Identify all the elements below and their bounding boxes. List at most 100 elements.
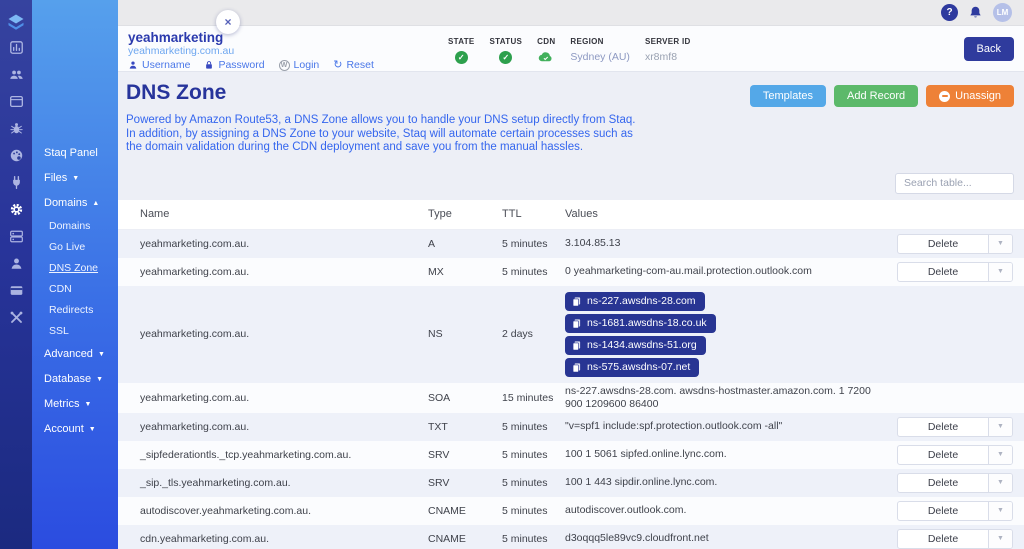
record-name: _sipfederationtls._tcp.yeahmarketing.com… [140, 448, 352, 461]
column-header-values: Values [565, 208, 598, 220]
sidebar-item-label: Advanced [44, 347, 93, 360]
sidebar-item-staq-panel[interactable]: Staq Panel [32, 140, 118, 165]
delete-dropdown-toggle[interactable]: ▼ [988, 501, 1012, 520]
sidebar-item-domains[interactable]: Domains [32, 215, 118, 236]
sidebar-item-go-live[interactable]: Go Live [32, 236, 118, 257]
delete-button[interactable]: Delete ▼ [897, 233, 1013, 254]
sidebar-item-label: Domains [44, 196, 88, 209]
dns-records-table: Name Type TTL Values yeahmarketing.com.au. A… [118, 199, 1024, 549]
sidebar-item-files[interactable]: Files ▼ [32, 165, 118, 190]
record-type: CNAME [428, 504, 466, 517]
copy-value-chip[interactable]: ns-575.awsdns-07.net [565, 357, 700, 377]
sidebar-item-domains[interactable]: Domains ▲ [32, 190, 118, 215]
delete-dropdown-toggle[interactable]: ▼ [988, 529, 1012, 548]
delete-dropdown-toggle[interactable]: ▼ [988, 262, 1012, 281]
billing-icon[interactable] [9, 283, 24, 298]
record-ttl: 5 minutes [502, 448, 548, 461]
sidebar-item-label: Staq Panel [44, 146, 98, 159]
appearance-icon[interactable] [9, 148, 24, 163]
site-link-login[interactable]: W Login [278, 59, 319, 71]
bug-icon[interactable] [9, 121, 24, 136]
record-actions: Delete ▼ [892, 528, 1024, 549]
help-icon[interactable]: ? [941, 4, 958, 21]
sidebar-item-label: Account [44, 422, 84, 435]
delete-dropdown-toggle[interactable]: ▼ [988, 473, 1012, 492]
site-link-username[interactable]: Username [128, 59, 190, 71]
delete-dropdown-toggle[interactable]: ▼ [988, 417, 1012, 436]
main-column: ? LM × yeahmarketing yeahmarketing.com.a… [118, 0, 1024, 549]
description-line: In addition, by assigning a DNS Zone to … [126, 127, 633, 140]
sidebar-item-database[interactable]: Database ▼ [32, 366, 118, 391]
topbar: ? LM [118, 0, 1024, 26]
site-link-reset[interactable]: ↻ Reset [333, 59, 374, 71]
sidebar-item-cdn[interactable]: CDN [32, 278, 118, 299]
delete-dropdown-toggle[interactable]: ▼ [988, 234, 1012, 253]
record-actions: Delete ▼ [892, 233, 1024, 254]
copy-icon [571, 340, 582, 351]
stat-status: STATUS ✓ [490, 37, 523, 64]
add-record-button[interactable]: Add Record [834, 85, 919, 107]
table-row: yeahmarketing.com.au. MX 5 minutes 0 yeahma… [118, 257, 1024, 286]
notifications-bell-icon[interactable] [968, 5, 983, 20]
delete-button[interactable]: Delete ▼ [897, 472, 1013, 493]
add-record-label: Add Record [847, 90, 906, 102]
delete-label: Delete [927, 448, 959, 461]
table-header-row: Name Type TTL Values [118, 199, 1024, 230]
ns-chip-list: ns-227.awsdns-28.com ns-1681.awsdns-18.co… [565, 288, 884, 381]
unassign-button[interactable]: Unassign [926, 85, 1014, 107]
sidebar-item-label: DNS Zone [49, 261, 99, 274]
close-button[interactable]: × [216, 10, 240, 34]
reset-icon: ↻ [333, 58, 343, 71]
team-icon[interactable] [9, 67, 24, 82]
dns-zone-page: DNS Zone Powered by Amazon Route53, a DN… [118, 72, 1024, 549]
record-type: TXT [428, 420, 448, 433]
sidebar-item-redirects[interactable]: Redirects [32, 299, 118, 320]
copy-value-chip[interactable]: ns-1434.awsdns-51.org [565, 335, 706, 355]
delete-button[interactable]: Delete ▼ [897, 500, 1013, 521]
search-input[interactable] [895, 172, 1014, 194]
analytics-icon[interactable] [9, 40, 24, 55]
browser-icon[interactable] [9, 94, 24, 109]
delete-dropdown-toggle[interactable]: ▼ [988, 445, 1012, 464]
column-header-name: Name [140, 208, 170, 220]
delete-button[interactable]: Delete ▼ [897, 444, 1013, 465]
table-toolbar [118, 172, 1014, 194]
sidebar-item-ssl[interactable]: SSL [32, 320, 118, 341]
delete-label: Delete [927, 265, 959, 278]
copy-value-chip[interactable]: ns-227.awsdns-28.com [565, 291, 705, 311]
description-line: Powered by Amazon Route53, a DNS Zone al… [126, 114, 636, 126]
hosting-icon[interactable] [9, 229, 24, 244]
sidebar-item-label: Go Live [49, 240, 86, 253]
tools-icon[interactable] [9, 310, 24, 325]
delete-button[interactable]: Delete ▼ [897, 261, 1013, 282]
chevron-down-icon: ▼ [96, 375, 104, 383]
back-button[interactable]: Back [963, 37, 1014, 61]
site-link-password[interactable]: Password [204, 59, 265, 71]
templates-label: Templates [762, 90, 814, 102]
delete-label: Delete [927, 504, 959, 517]
record-type: CNAME [428, 532, 466, 545]
sidebar-item-metrics[interactable]: Metrics ▼ [32, 391, 118, 416]
plugins-icon[interactable] [9, 175, 24, 190]
table-body: yeahmarketing.com.au. A 5 minutes 3.104.85.… [118, 229, 1024, 549]
copy-value-chip[interactable]: ns-1681.awsdns-18.co.uk [565, 313, 716, 333]
delete-button[interactable]: Delete ▼ [897, 528, 1013, 549]
delete-button[interactable]: Delete ▼ [897, 416, 1013, 437]
profile-icon[interactable] [9, 256, 24, 271]
record-ttl: 2 days [502, 328, 533, 340]
templates-button[interactable]: Templates [749, 85, 827, 107]
icon-rail-items [9, 40, 24, 337]
sidebar-item-advanced[interactable]: Advanced ▼ [32, 341, 118, 366]
record-values: 0 yeahmarketing-com-au.mail.protection.o… [565, 265, 812, 277]
sidebar-item-dns-zone[interactable]: DNS Zone [32, 257, 118, 278]
table-row: autodiscover.yeahmarketing.com.au. CNAME 5… [118, 496, 1024, 525]
record-values: 100 1 5061 sipfed.online.lync.com. [565, 448, 727, 460]
user-avatar[interactable]: LM [993, 3, 1012, 22]
cdn-cloud-icon [538, 51, 554, 62]
chip-label: ns-575.awsdns-07.net [587, 360, 691, 373]
settings-icon[interactable] [9, 202, 24, 217]
staq-logo-icon[interactable] [6, 12, 26, 32]
record-actions: Delete ▼ [892, 444, 1024, 465]
record-name: cdn.yeahmarketing.com.au. [140, 532, 269, 545]
sidebar-item-account[interactable]: Account ▼ [32, 416, 118, 441]
